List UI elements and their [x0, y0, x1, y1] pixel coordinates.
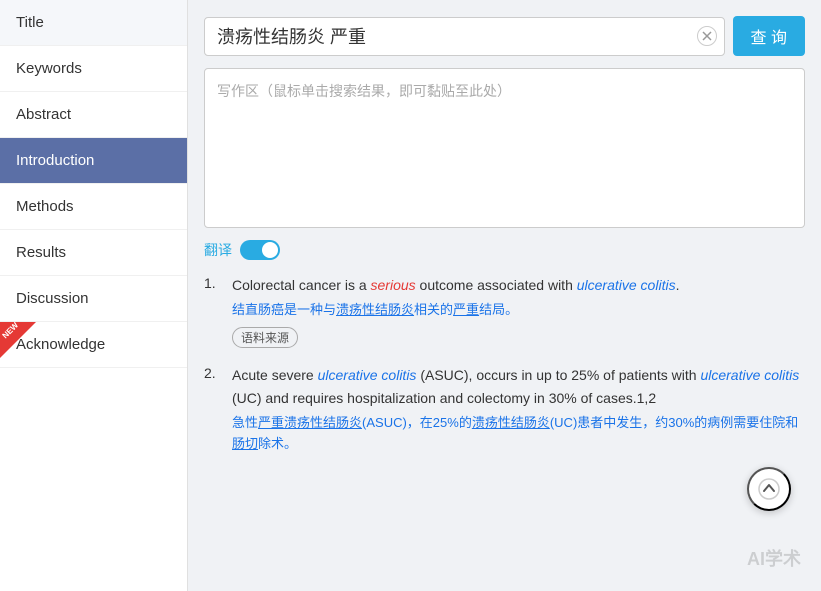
writing-area-placeholder: 写作区（鼠标单击搜索结果，即可黏贴至此处） — [217, 83, 511, 99]
sidebar-item-label: Introduction — [16, 152, 94, 169]
result-number: 2. — [204, 364, 222, 381]
result-english: Colorectal cancer is a serious outcome a… — [232, 274, 805, 296]
translate-row: 翻译 — [204, 240, 805, 260]
scroll-up-button[interactable] — [747, 467, 791, 511]
result-content: Colorectal cancer is a serious outcome a… — [232, 274, 805, 348]
sidebar-item-results[interactable]: Results — [0, 230, 187, 276]
sidebar-item-acknowledge[interactable]: NEW Acknowledge — [0, 322, 187, 368]
sidebar-item-label: Results — [16, 244, 66, 261]
search-input[interactable] — [204, 17, 725, 56]
sidebar-item-label: Abstract — [16, 106, 71, 123]
results-list: 1. Colorectal cancer is a serious outcom… — [204, 274, 805, 461]
main-content: 查 询 写作区（鼠标单击搜索结果，即可黏贴至此处） 翻译 1. Colorect… — [188, 0, 821, 591]
sidebar-item-abstract[interactable]: Abstract — [0, 92, 187, 138]
writing-area[interactable]: 写作区（鼠标单击搜索结果，即可黏贴至此处） — [204, 68, 805, 228]
toggle-thumb — [262, 242, 278, 258]
source-tag[interactable]: 语料来源 — [232, 327, 298, 348]
new-badge: NEW — [0, 322, 36, 358]
sidebar-item-discussion[interactable]: Discussion — [0, 276, 187, 322]
sidebar-item-introduction[interactable]: Introduction — [0, 138, 187, 184]
keyword-uc2: ulcerative colitis — [318, 367, 417, 383]
search-button[interactable]: 查 询 — [733, 16, 805, 56]
list-item: 2. Acute severe ulcerative colitis (ASUC… — [204, 364, 805, 460]
translate-toggle[interactable] — [240, 240, 280, 260]
keyword-serious: serious — [371, 277, 416, 293]
result-english: Acute severe ulcerative colitis (ASUC), … — [232, 364, 805, 409]
sidebar-item-label: Keywords — [16, 60, 82, 77]
clear-button[interactable] — [697, 26, 717, 46]
close-icon — [701, 30, 713, 42]
result-chinese: 结直肠癌是一种与溃疡性结肠炎相关的严重结局。 — [232, 300, 805, 321]
keyword-uc3: ulcerative colitis — [700, 367, 799, 383]
sidebar-item-title[interactable]: Title — [0, 0, 187, 46]
keyword-uc1: ulcerative colitis — [577, 277, 676, 293]
sidebar-item-label: Discussion — [16, 290, 89, 307]
sidebar-item-keywords[interactable]: Keywords — [0, 46, 187, 92]
result-chinese: 急性严重溃疡性结肠炎(ASUC)，在25%的溃疡性结肠炎(UC)患者中发生，约3… — [232, 413, 805, 455]
sidebar-item-label: Methods — [16, 198, 74, 215]
sidebar-item-label: Title — [16, 14, 44, 31]
sidebar-item-methods[interactable]: Methods — [0, 184, 187, 230]
search-input-wrap — [204, 17, 725, 56]
sidebar: Title Keywords Abstract Introduction Met… — [0, 0, 188, 591]
result-number: 1. — [204, 274, 222, 291]
translate-label: 翻译 — [204, 240, 232, 260]
up-arrow-icon — [758, 478, 780, 500]
search-bar: 查 询 — [204, 16, 805, 56]
list-item: 1. Colorectal cancer is a serious outcom… — [204, 274, 805, 348]
result-content: Acute severe ulcerative colitis (ASUC), … — [232, 364, 805, 460]
